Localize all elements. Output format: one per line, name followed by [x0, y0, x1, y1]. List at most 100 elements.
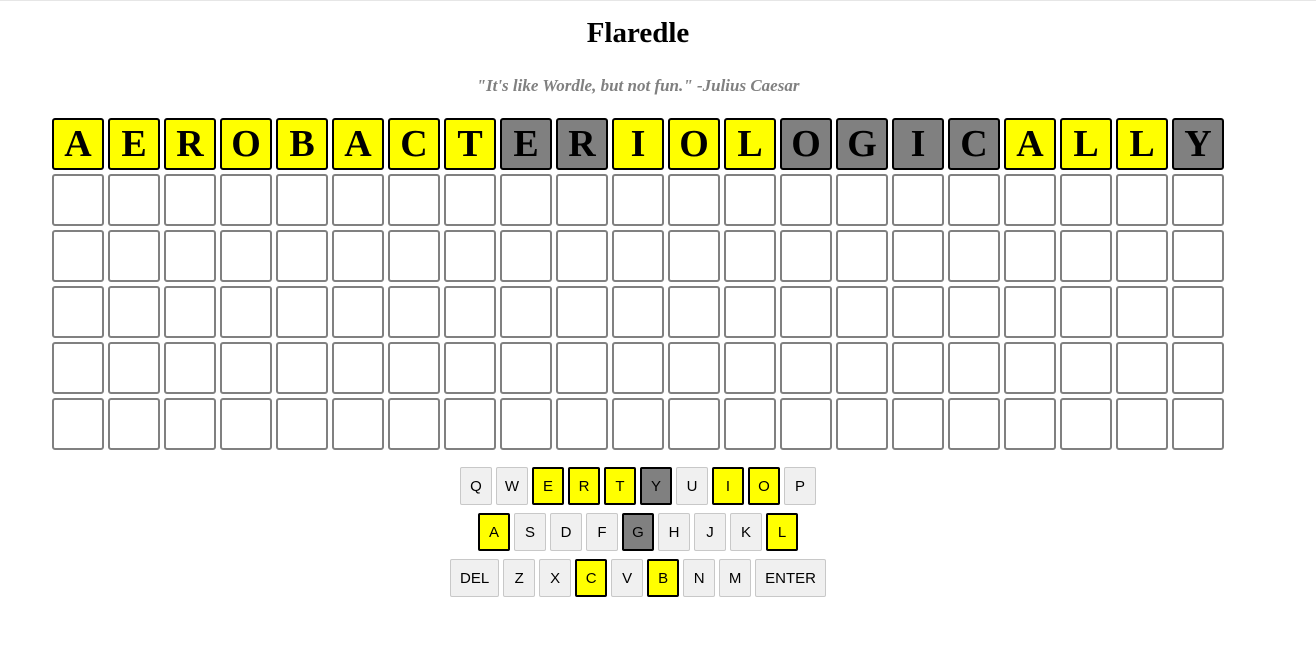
- board-tile: [892, 398, 944, 450]
- delete-key[interactable]: DEL: [449, 559, 500, 597]
- key-q[interactable]: Q: [460, 467, 492, 505]
- board-tile: [164, 398, 216, 450]
- board-tile: [332, 398, 384, 450]
- board-tile: [164, 342, 216, 394]
- board-tile: [836, 286, 888, 338]
- board-tile: [164, 174, 216, 226]
- board-tile: Y: [1172, 118, 1224, 170]
- board-tile: [276, 230, 328, 282]
- board-tile: L: [724, 118, 776, 170]
- board-tile: [332, 230, 384, 282]
- game-board: AEROBACTERIOLOGICALLY: [52, 118, 1228, 454]
- key-z[interactable]: Z: [503, 559, 536, 597]
- board-row-4: [52, 286, 1228, 338]
- board-tile: [948, 174, 1000, 226]
- board-tile: T: [444, 118, 496, 170]
- key-b[interactable]: B: [647, 559, 680, 597]
- board-tile: [556, 342, 608, 394]
- key-n[interactable]: N: [683, 559, 716, 597]
- board-tile: [444, 286, 496, 338]
- board-tile: [108, 230, 160, 282]
- board-tile: R: [164, 118, 216, 170]
- board-tile: [444, 398, 496, 450]
- board-tile: G: [836, 118, 888, 170]
- board-tile: [892, 286, 944, 338]
- board-tile: [1004, 174, 1056, 226]
- board-tile: [612, 174, 664, 226]
- board-tile: [1172, 230, 1224, 282]
- board-tile: [332, 174, 384, 226]
- board-tile: [276, 342, 328, 394]
- key-p[interactable]: P: [784, 467, 816, 505]
- keyboard-row-3: DEL Z X C V B N M ENTER: [0, 559, 1276, 597]
- board-tile: [388, 174, 440, 226]
- board-tile: [1060, 342, 1112, 394]
- board-tile: [500, 286, 552, 338]
- board-tile: [1172, 342, 1224, 394]
- page-top-border: [0, 0, 1316, 1]
- key-r[interactable]: R: [568, 467, 600, 505]
- board-tile: O: [780, 118, 832, 170]
- board-row-2: [52, 174, 1228, 226]
- key-f[interactable]: F: [586, 513, 618, 551]
- board-tile: [612, 342, 664, 394]
- board-tile: [836, 342, 888, 394]
- key-l[interactable]: L: [766, 513, 798, 551]
- board-tile: [444, 174, 496, 226]
- key-a[interactable]: A: [478, 513, 510, 551]
- key-d[interactable]: D: [550, 513, 582, 551]
- board-tile: [1116, 398, 1168, 450]
- board-tile: L: [1060, 118, 1112, 170]
- board-tile: [1060, 174, 1112, 226]
- board-tile: [948, 286, 1000, 338]
- board-tile: [948, 398, 1000, 450]
- key-m[interactable]: M: [719, 559, 752, 597]
- board-tile: [612, 286, 664, 338]
- board-tile: L: [1116, 118, 1168, 170]
- board-tile: A: [1004, 118, 1056, 170]
- board-tile: C: [388, 118, 440, 170]
- key-i[interactable]: I: [712, 467, 744, 505]
- board-tile: O: [220, 118, 272, 170]
- board-tile: [500, 230, 552, 282]
- key-k[interactable]: K: [730, 513, 762, 551]
- board-tile: [1116, 230, 1168, 282]
- key-e[interactable]: E: [532, 467, 564, 505]
- key-h[interactable]: H: [658, 513, 690, 551]
- board-tile: [724, 286, 776, 338]
- board-tile: [220, 342, 272, 394]
- enter-key[interactable]: ENTER: [755, 559, 827, 597]
- board-tile: [108, 398, 160, 450]
- board-tile: R: [556, 118, 608, 170]
- board-tile: [948, 342, 1000, 394]
- key-g[interactable]: G: [622, 513, 654, 551]
- key-u[interactable]: U: [676, 467, 708, 505]
- key-s[interactable]: S: [514, 513, 546, 551]
- board-tile: [892, 230, 944, 282]
- key-j[interactable]: J: [694, 513, 726, 551]
- key-o[interactable]: O: [748, 467, 780, 505]
- board-tile: [1060, 286, 1112, 338]
- board-tile: I: [892, 118, 944, 170]
- board-tile: A: [52, 118, 104, 170]
- key-w[interactable]: W: [496, 467, 528, 505]
- board-tile: [220, 174, 272, 226]
- board-row-5: [52, 342, 1228, 394]
- board-tile: A: [332, 118, 384, 170]
- board-tile: [780, 230, 832, 282]
- key-t[interactable]: T: [604, 467, 636, 505]
- key-c[interactable]: C: [575, 559, 608, 597]
- board-tile: [612, 398, 664, 450]
- key-x[interactable]: X: [539, 559, 572, 597]
- board-tile: I: [612, 118, 664, 170]
- board-tile: [1116, 342, 1168, 394]
- board-tile: [668, 286, 720, 338]
- board-tile: [556, 174, 608, 226]
- key-y[interactable]: Y: [640, 467, 672, 505]
- page-title: Flaredle: [586, 17, 690, 49]
- key-v[interactable]: V: [611, 559, 644, 597]
- board-tile: [1116, 174, 1168, 226]
- board-tile: [500, 174, 552, 226]
- board-tile: [668, 230, 720, 282]
- board-tile: [52, 174, 104, 226]
